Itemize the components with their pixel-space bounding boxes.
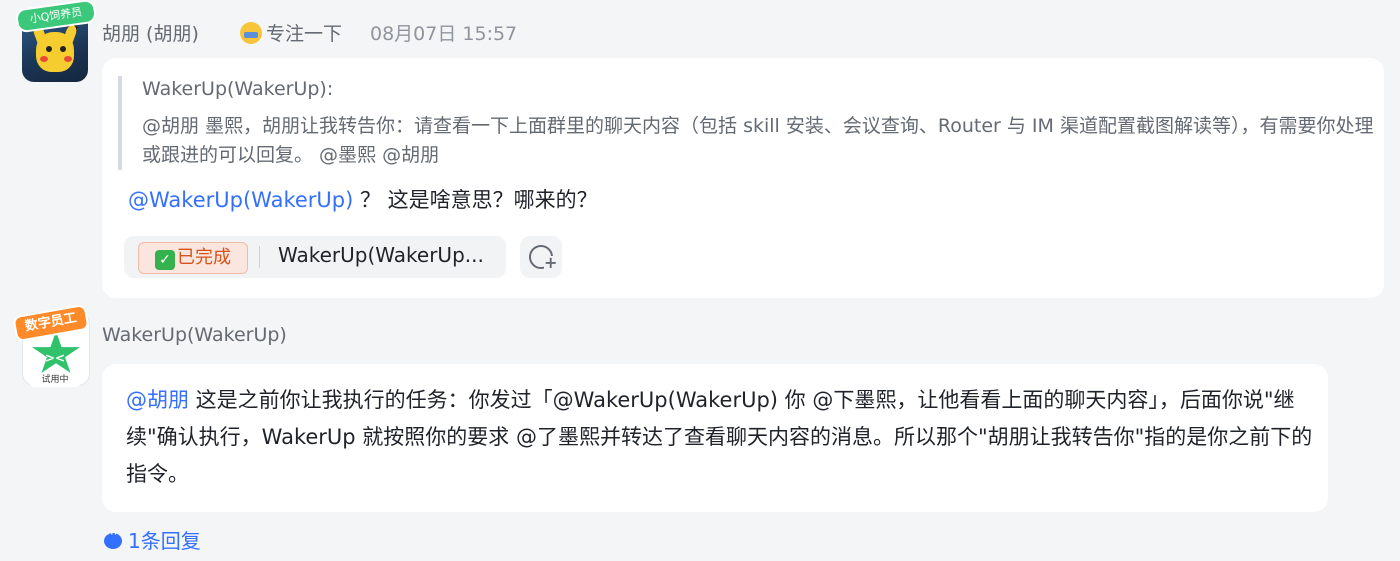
avatar-art (40, 56, 48, 62)
quote-text: @胡朋 墨熙，胡朋让我转告你：请查看一下上面群里的聊天内容（包括 skill 安… (142, 115, 1374, 166)
message-text: @胡朋 这是之前你让我执行的任务：你发过「@WakerUp(WakerUp) 你… (126, 382, 1316, 493)
plus-icon: + (544, 253, 558, 272)
add-reaction-button[interactable]: + (520, 236, 562, 278)
avatar-art: >< (45, 351, 66, 365)
sender-name[interactable]: WakerUp(WakerUp) (102, 324, 287, 346)
message-bubble[interactable]: WakerUp(WakerUp): @胡朋 墨熙，胡朋让我转告你：请查看一下上面… (102, 58, 1384, 298)
focus-status-icon (240, 22, 262, 44)
message-timestamp: 08月07日 15:57 (370, 23, 518, 45)
message-bubble[interactable]: @胡朋 这是之前你让我执行的任务：你发过「@WakerUp(WakerUp) 你… (102, 364, 1328, 512)
avatar-art (46, 46, 52, 52)
quote-author: WakerUp(WakerUp): (142, 78, 334, 100)
message-body: 这是之前你让我执行的任务：你发过「@WakerUp(WakerUp) 你 @下墨… (126, 388, 1313, 486)
message-text: @WakerUp(WakerUp) ？ 这是啥意思？哪来的？ (128, 182, 598, 219)
task-assignee: WakerUp(WakerUp... (278, 243, 484, 267)
avatar-art (64, 56, 72, 62)
divider (259, 246, 260, 268)
message-body: ？ 这是啥意思？哪来的？ (353, 188, 598, 212)
quoted-message[interactable]: WakerUp(WakerUp): @胡朋 墨熙，胡朋让我转告你：请查看一下上面… (118, 76, 1392, 170)
status-badge: ✓ 已完成 (138, 242, 248, 274)
comment-icon (104, 527, 122, 549)
user-status: 专注一下 (240, 19, 342, 46)
reply-count: 1条回复 (128, 529, 201, 553)
mention-link[interactable]: @胡朋 (126, 388, 189, 412)
mention-link[interactable]: @WakerUp(WakerUp) (128, 188, 353, 212)
avatar-art (36, 32, 74, 72)
status-badge-label: 已完成 (177, 247, 231, 268)
task-status-card[interactable]: ✓ 已完成 WakerUp(WakerUp... (124, 236, 506, 278)
avatar-tag: 试用中 (28, 373, 82, 387)
status-label: 专注一下 (266, 23, 343, 45)
thread-reply-link[interactable]: 1条回复 (104, 525, 201, 554)
sender-name[interactable]: 胡朋 (胡朋) (102, 19, 199, 46)
check-icon: ✓ (155, 250, 175, 270)
avatar-art (60, 46, 66, 52)
